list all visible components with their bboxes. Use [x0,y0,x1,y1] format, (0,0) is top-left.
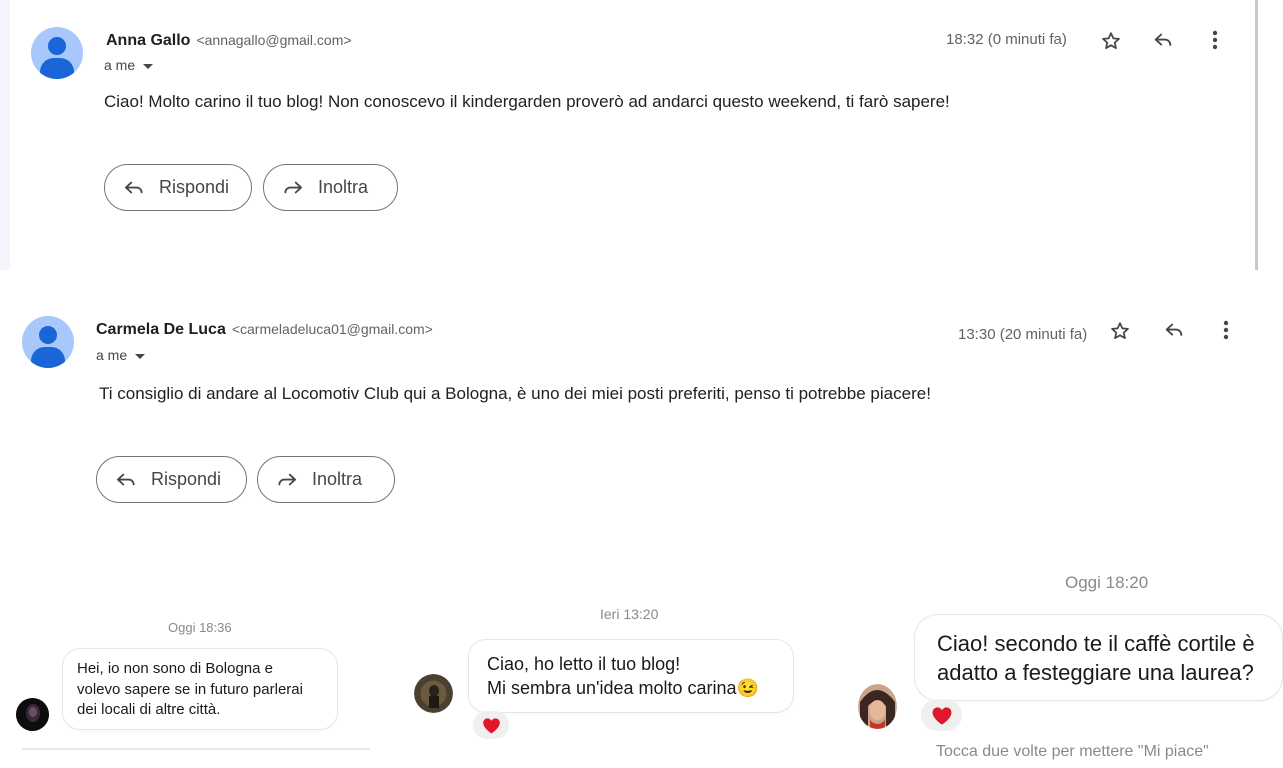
email-message-anna: Anna Gallo <annagallo@gmail.com> a me 18:… [0,0,1258,270]
recipient-toggle[interactable]: a me [96,347,146,363]
sender-name[interactable]: Anna Gallo [106,32,190,49]
reply-icon[interactable] [1162,318,1186,342]
sender-line: Carmela De Luca <carmeladeluca01@gmail.co… [96,321,433,339]
divider [22,748,370,750]
left-edge [0,0,10,270]
avatar[interactable] [16,698,49,731]
double-tap-hint: Tocca due volte per mettere "Mi piace" [936,743,1209,760]
avatar[interactable] [22,316,74,368]
chat-message-bubble[interactable]: Ciao, ho letto il tuo blog! Mi sembra un… [468,639,794,713]
forward-icon [284,181,302,193]
forward-button[interactable]: Inoltra [257,456,395,503]
screenshot-collage: Anna Gallo <annagallo@gmail.com> a me 18:… [0,0,1283,768]
sender-name[interactable]: Carmela De Luca [96,321,226,338]
forward-label: Inoltra [318,177,369,197]
message-line: adatto a festeggiare una laurea? [937,659,1254,685]
forward-icon [278,473,296,485]
star-icon[interactable] [1099,29,1123,53]
sender-line: Anna Gallo <annagallo@gmail.com> [106,32,352,50]
star-icon[interactable] [1108,319,1132,343]
avatar[interactable] [858,684,897,729]
forward-label: Inoltra [312,469,363,489]
reply-icon [124,181,143,193]
caret-down-icon[interactable] [143,63,154,69]
chat-timestamp: Ieri 13:20 [600,606,659,622]
avatar[interactable] [31,27,83,79]
reply-button[interactable]: Rispondi [104,164,252,211]
recipient-toggle[interactable]: a me [104,57,154,73]
caret-down-icon[interactable] [135,353,146,359]
message-line: dei locali di altre città. [77,701,221,718]
email-body: Ti consiglio di andare al Locomotiv Club… [99,384,931,403]
reply-label: Rispondi [151,469,222,489]
message-line: volevo sapere se in futuro parlerai [77,680,303,698]
recipient-label: a me [96,347,128,363]
heart-reaction[interactable] [921,699,962,731]
recipient-label: a me [104,57,136,73]
more-vert-icon[interactable] [1203,28,1227,52]
heart-reaction[interactable] [473,711,509,739]
heart-icon [482,717,500,733]
message-line: Ciao! secondo te il caffè cortile è [937,631,1255,656]
timestamp: 13:30 (20 minuti fa) [958,326,1088,343]
reply-button[interactable]: Rispondi [96,456,247,503]
avatar[interactable] [414,674,453,713]
message-line: Hei, io non sono di Bologna e [77,660,273,677]
email-body: Ciao! Molto carino il tuo blog! Non cono… [104,92,950,111]
reply-icon[interactable] [1151,28,1175,52]
reply-icon [117,473,135,485]
sender-email: <carmeladeluca01@gmail.com> [231,321,433,337]
chat-message-bubble[interactable]: Ciao! secondo te il caffè cortile è adat… [914,614,1283,701]
chat-timestamp: Oggi 18:20 [1065,573,1149,592]
chat-message-bubble[interactable]: Hei, io non sono di Bologna e volevo sap… [62,648,338,730]
reply-label: Rispondi [158,177,229,197]
email-message-carmela: Carmela De Luca <carmeladeluca01@gmail.co… [0,270,1283,540]
message-line: Ciao, ho letto il tuo blog! [487,654,681,674]
heart-icon [932,706,951,725]
message-line: Mi sembra un'idea molto carina😉 [487,678,759,698]
scrollbar-line [1255,0,1258,270]
more-vert-icon[interactable] [1214,318,1238,342]
forward-button[interactable]: Inoltra [263,164,398,211]
sender-email: <annagallo@gmail.com> [196,32,352,48]
timestamp: 18:32 (0 minuti fa) [946,31,1067,48]
chat-timestamp: Oggi 18:36 [168,620,232,635]
